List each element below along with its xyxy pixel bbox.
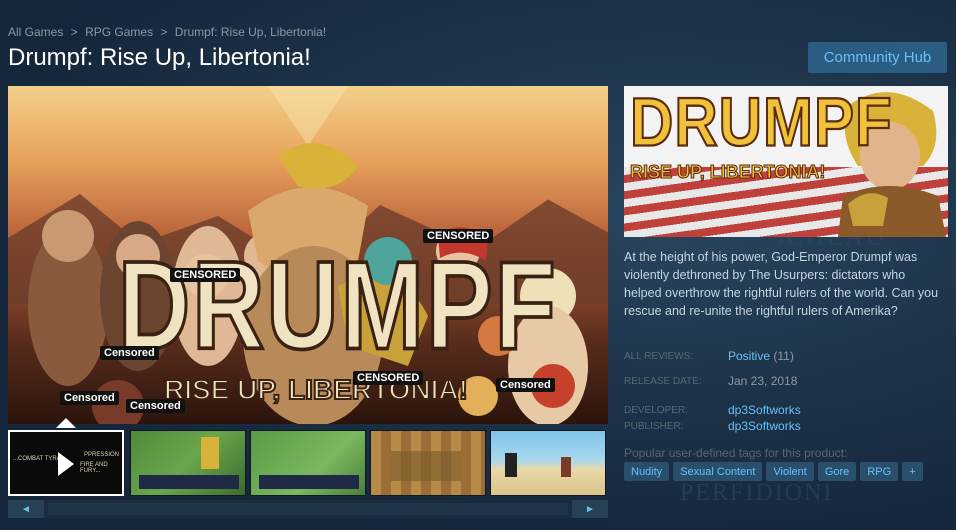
reviews-summary-link[interactable]: Positive xyxy=(728,349,770,363)
breadcrumb-current-game[interactable]: Drumpf: Rise Up, Libertonia! xyxy=(175,25,326,39)
main-media-viewer[interactable]: DRUMPF RISE UP, LIBERTONIA! Censored Cen… xyxy=(8,86,608,424)
dialog-box xyxy=(139,475,239,489)
background-watermark-bottom: PERFIDIONI xyxy=(680,480,834,506)
thumbnail-scrollbar[interactable]: ◄ ► xyxy=(8,500,608,518)
selected-thumb-indicator xyxy=(56,418,76,428)
screenshot-thumbnail[interactable] xyxy=(490,430,606,496)
video-thumb-text-right-2: FIRE AND FURY... xyxy=(80,462,108,474)
community-hub-button[interactable]: Community Hub xyxy=(808,42,947,73)
tags-label: Popular user-defined tags for this produ… xyxy=(624,446,848,460)
scroll-right-button[interactable]: ► xyxy=(572,500,608,518)
page-title: Drumpf: Rise Up, Libertonia! xyxy=(8,44,311,71)
screenshot-thumbnail[interactable] xyxy=(130,430,246,496)
censor-bar: Censored xyxy=(100,346,159,360)
censor-bar: Censored xyxy=(60,391,119,405)
tag-violent[interactable]: Violent xyxy=(766,462,814,481)
tag-sexual-content[interactable]: Sexual Content xyxy=(673,462,763,481)
sprite xyxy=(201,437,219,469)
town-tiles xyxy=(391,451,461,481)
censor-bar: CENSORED xyxy=(353,371,424,385)
reviews-value: Positive (11) xyxy=(728,349,794,363)
thumbnail-strip: ...COMBAT TYRA PPRESSION FIRE AND FURY..… xyxy=(8,428,608,496)
breadcrumb-all-games[interactable]: All Games xyxy=(8,25,63,39)
release-date-value: Jan 23, 2018 xyxy=(728,374,798,388)
developer-link[interactable]: dp3Softworks xyxy=(728,403,801,417)
video-thumb-text-left: ...COMBAT TYRA xyxy=(13,456,61,462)
tag-nudity[interactable]: Nudity xyxy=(624,462,670,481)
scroll-handle[interactable] xyxy=(48,503,568,515)
censor-bar: Censored xyxy=(126,399,185,413)
breadcrumb-separator: > xyxy=(70,25,78,39)
breadcrumb: All Games > RPG Games > Drumpf: Rise Up,… xyxy=(8,25,326,39)
sprite xyxy=(505,453,517,477)
video-thumb-text-right: PPRESSION xyxy=(84,452,120,458)
breadcrumb-rpg-games[interactable]: RPG Games xyxy=(85,25,153,39)
reviews-label: ALL REVIEWS: xyxy=(624,351,694,362)
censor-bar: CENSORED xyxy=(170,268,241,282)
tag-more-button[interactable]: + xyxy=(902,462,923,481)
breadcrumb-separator: > xyxy=(160,25,168,39)
publisher-link[interactable]: dp3Softworks xyxy=(728,419,801,433)
play-icon xyxy=(58,452,74,476)
dialog-box xyxy=(259,475,359,489)
scroll-left-button[interactable]: ◄ xyxy=(8,500,44,518)
capsule-subtitle: RISE UP, LIBERTONIA! xyxy=(629,162,826,183)
game-logo: DRUMPF xyxy=(117,236,558,376)
tag-rpg[interactable]: RPG xyxy=(860,462,899,481)
publisher-label: PUBLISHER: xyxy=(624,421,684,432)
reviews-count: (11) xyxy=(773,349,794,363)
screenshot-thumbnail[interactable] xyxy=(250,430,366,496)
capsule-title: DRUMPF xyxy=(629,86,893,161)
video-thumbnail[interactable]: ...COMBAT TYRA PPRESSION FIRE AND FURY..… xyxy=(8,430,124,496)
developer-label: DEVELOPER: xyxy=(624,405,688,416)
sprite xyxy=(561,457,571,477)
censor-bar: CENSORED xyxy=(423,229,494,243)
screenshot-thumbnail[interactable] xyxy=(370,430,486,496)
game-description: At the height of his power, God-Emperor … xyxy=(624,250,939,318)
game-header-capsule: DRUMPF RISE UP, LIBERTONIA! xyxy=(624,86,948,237)
tag-gore[interactable]: Gore xyxy=(817,462,857,481)
release-date-label: RELEASE DATE: xyxy=(624,376,702,387)
censor-bar: Censored xyxy=(496,378,555,392)
tags-list: Nudity Sexual Content Violent Gore RPG + xyxy=(624,462,923,481)
